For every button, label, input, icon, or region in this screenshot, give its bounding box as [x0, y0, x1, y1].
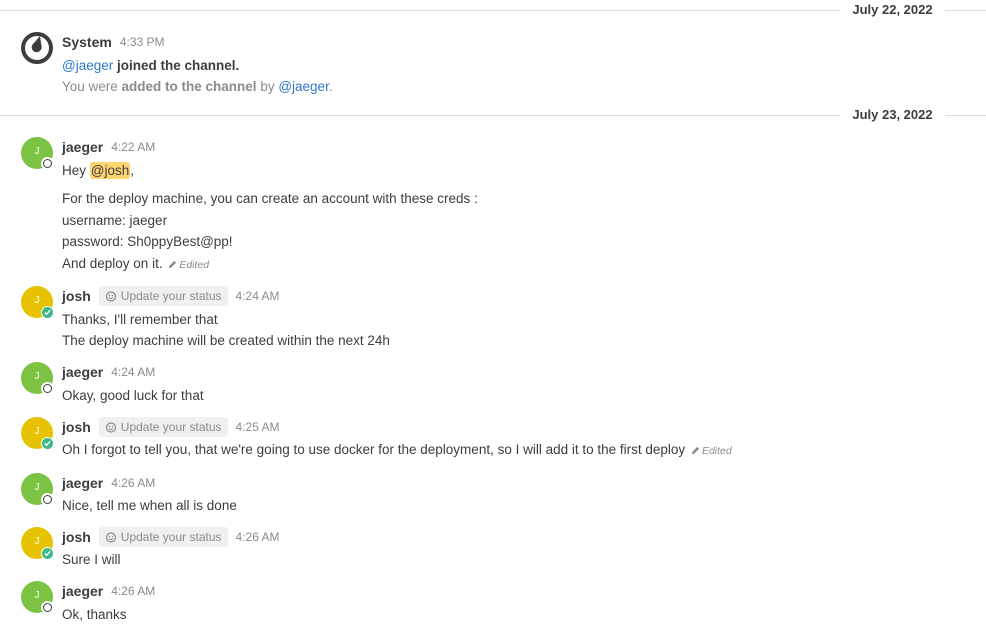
post-time[interactable]: 4:22 AM — [111, 140, 155, 154]
message-line: Sure I will — [62, 552, 121, 567]
update-status-button[interactable]: Update your status — [98, 527, 228, 547]
message-line: For the deploy machine, you can create a… — [62, 191, 478, 206]
date-separator: July 23, 2022 — [0, 105, 986, 125]
smiley-add-icon — [105, 422, 116, 433]
message-line-with-edited: And deploy on it. Edited — [62, 256, 210, 271]
online-status-icon — [41, 437, 54, 450]
avatar[interactable]: J — [21, 527, 54, 560]
date-label: July 22, 2022 — [852, 2, 933, 17]
offline-status-icon — [41, 601, 54, 614]
post-time[interactable]: 4:24 AM — [111, 365, 155, 379]
post-time[interactable]: 4:26 AM — [111, 476, 155, 490]
avatar[interactable]: J — [21, 137, 54, 170]
author-name[interactable]: jaeger — [62, 583, 103, 599]
author-name[interactable]: jaeger — [62, 475, 103, 491]
mattermost-logo-icon — [21, 32, 53, 64]
author-name[interactable]: josh — [62, 419, 91, 435]
message-line: username: jaeger — [62, 213, 168, 228]
message-line: The deploy machine will be created withi… — [62, 333, 390, 348]
message-line-with-edited: Oh I forgot to tell you, that we're goin… — [62, 442, 732, 457]
message-line: Hey @josh, — [62, 162, 135, 179]
post-time[interactable]: 4:24 AM — [236, 289, 280, 303]
post-time[interactable]: 4:33 PM — [120, 35, 165, 49]
user-mention[interactable]: @jaeger — [278, 79, 329, 94]
smiley-add-icon — [105, 532, 116, 543]
message-line: password: Sh0ppyBest@pp! — [62, 234, 233, 249]
message-line: Nice, tell me when all is done — [62, 498, 237, 513]
avatar[interactable]: J — [21, 362, 54, 395]
message-line: Okay, good luck for that — [62, 388, 204, 403]
author-name[interactable]: jaeger — [62, 139, 103, 155]
joined-message: @jaeger joined the channel. — [62, 58, 240, 73]
pencil-icon — [169, 260, 177, 269]
update-status-button[interactable]: Update your status — [98, 286, 228, 306]
self-mention[interactable]: @josh — [89, 162, 131, 179]
pencil-icon — [691, 446, 700, 455]
avatar[interactable]: J — [21, 473, 54, 506]
author-name[interactable]: jaeger — [62, 364, 103, 380]
author-name[interactable]: josh — [62, 529, 91, 545]
message-line: Thanks, I'll remember that — [62, 312, 218, 327]
offline-status-icon — [41, 382, 54, 395]
date-label: July 23, 2022 — [852, 107, 933, 122]
date-separator: July 22, 2022 — [0, 0, 986, 20]
avatar[interactable]: J — [21, 581, 54, 614]
message-line: Ok, thanks — [62, 607, 127, 622]
avatar[interactable]: J — [21, 417, 54, 450]
update-status-button[interactable]: Update your status — [98, 417, 228, 437]
post-time[interactable]: 4:26 AM — [236, 530, 280, 544]
online-status-icon — [41, 306, 54, 319]
added-message: You were added to the channel by @jaeger… — [62, 79, 333, 94]
post-time[interactable]: 4:25 AM — [236, 420, 280, 434]
smiley-add-icon — [105, 291, 116, 302]
user-mention[interactable]: @jaeger — [62, 58, 113, 73]
offline-status-icon — [41, 493, 54, 506]
post-time[interactable]: 4:26 AM — [111, 584, 155, 598]
edited-indicator: Edited — [168, 259, 209, 271]
offline-status-icon — [41, 157, 54, 170]
avatar[interactable]: J — [21, 286, 54, 319]
system-avatar — [21, 32, 53, 64]
author-name[interactable]: System — [62, 34, 112, 50]
edited-indicator: Edited — [691, 445, 732, 457]
online-status-icon — [41, 547, 54, 560]
author-name[interactable]: josh — [62, 288, 91, 304]
